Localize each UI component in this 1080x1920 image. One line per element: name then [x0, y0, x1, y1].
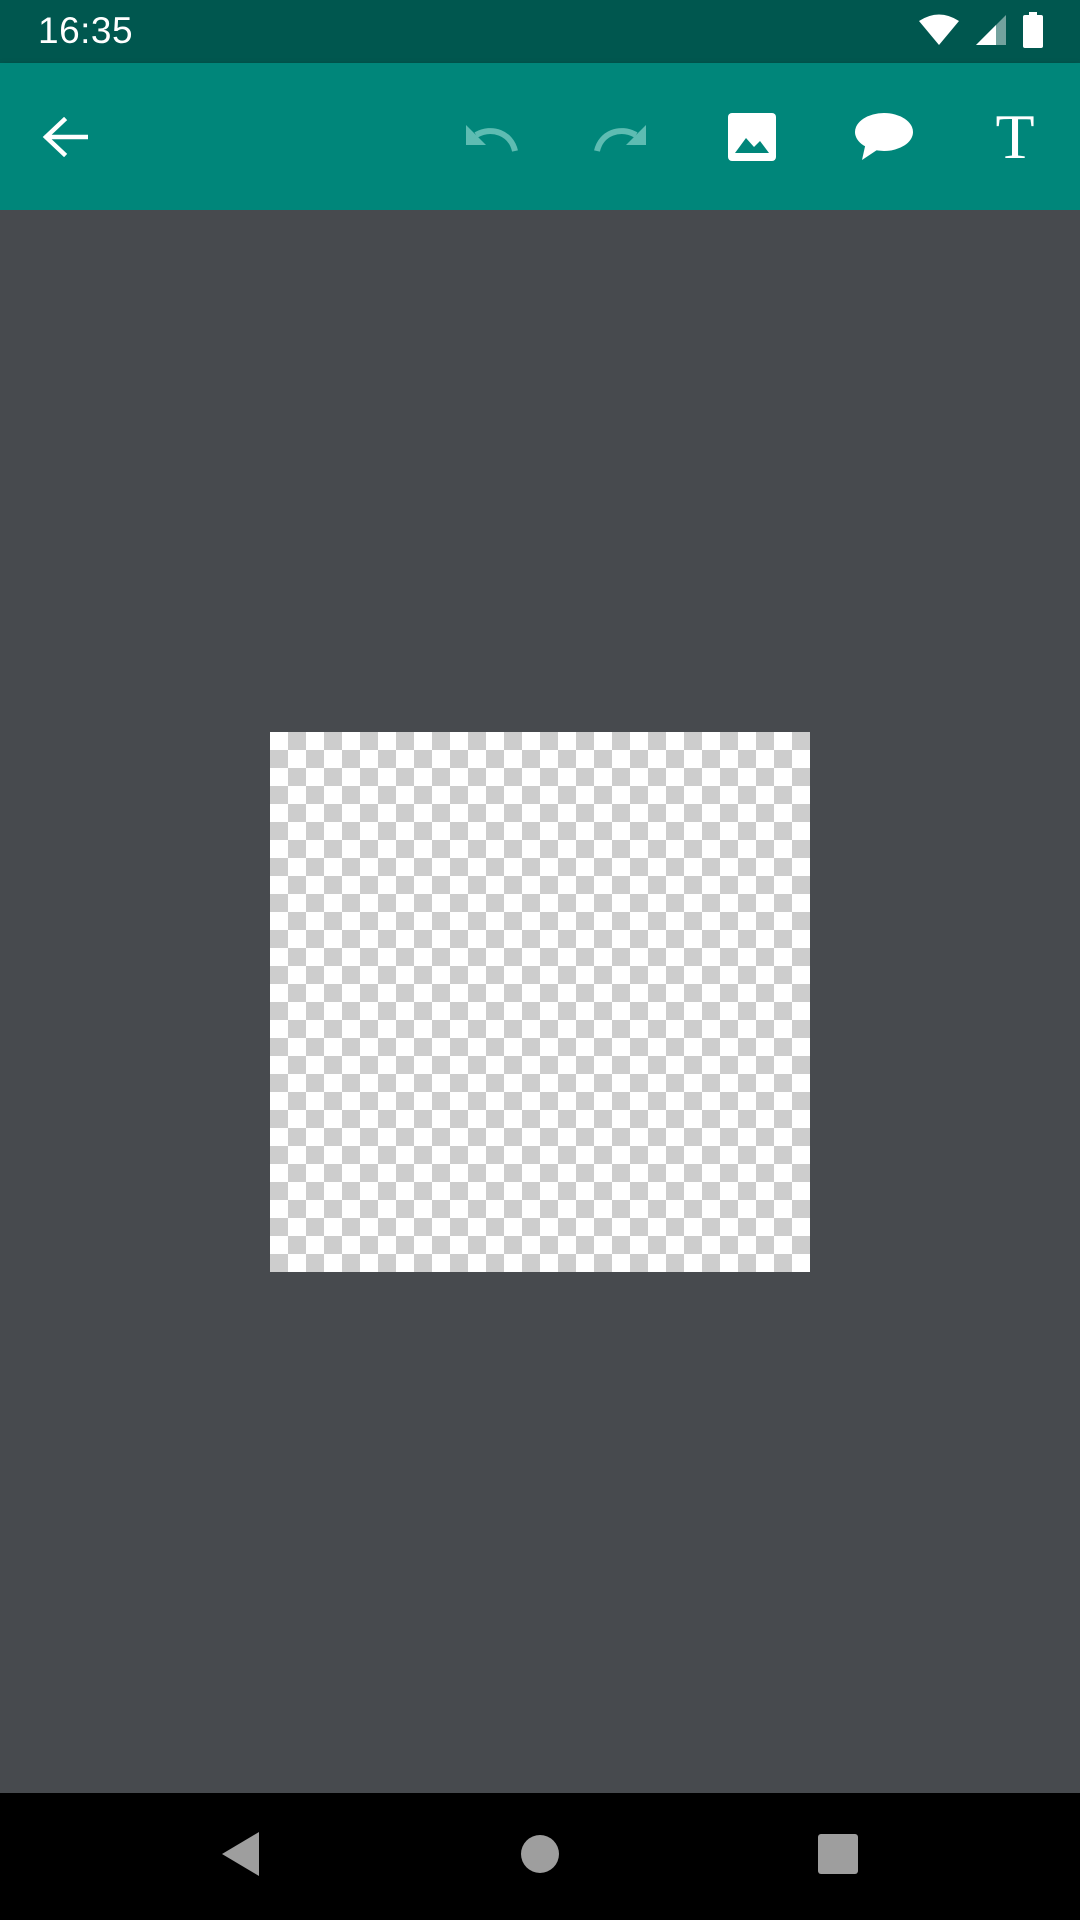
redo-icon: [592, 121, 650, 153]
add-image-button[interactable]: [697, 63, 807, 210]
editor-toolbar: T: [0, 63, 1080, 210]
add-speech-bubble-button[interactable]: [829, 63, 939, 210]
image-icon: [728, 112, 776, 161]
back-triangle-icon: [220, 1831, 260, 1882]
text-icon: T: [995, 100, 1035, 172]
status-icons: [918, 11, 1044, 53]
status-time: 16:35: [38, 10, 134, 51]
back-button[interactable]: [10, 63, 120, 210]
status-bar: 16:35: [0, 0, 1080, 63]
undo-button[interactable]: [436, 63, 546, 210]
redo-button[interactable]: [566, 63, 676, 210]
speech-bubble-icon: [854, 112, 914, 162]
cellular-signal-icon: [974, 13, 1008, 52]
nav-recents-button[interactable]: [768, 1793, 908, 1920]
wifi-icon: [918, 14, 960, 51]
undo-icon: [462, 121, 520, 153]
nav-back-button[interactable]: [170, 1793, 310, 1920]
home-circle-icon: [520, 1834, 560, 1879]
recents-square-icon: [818, 1834, 858, 1879]
transparent-canvas-image[interactable]: [270, 732, 810, 1272]
arrow-left-icon: [42, 116, 88, 157]
navigation-bar: [0, 1793, 1080, 1920]
canvas-area[interactable]: [0, 210, 1080, 1793]
battery-icon: [1022, 11, 1044, 53]
nav-home-button[interactable]: [470, 1793, 610, 1920]
add-text-button[interactable]: T: [960, 63, 1070, 210]
